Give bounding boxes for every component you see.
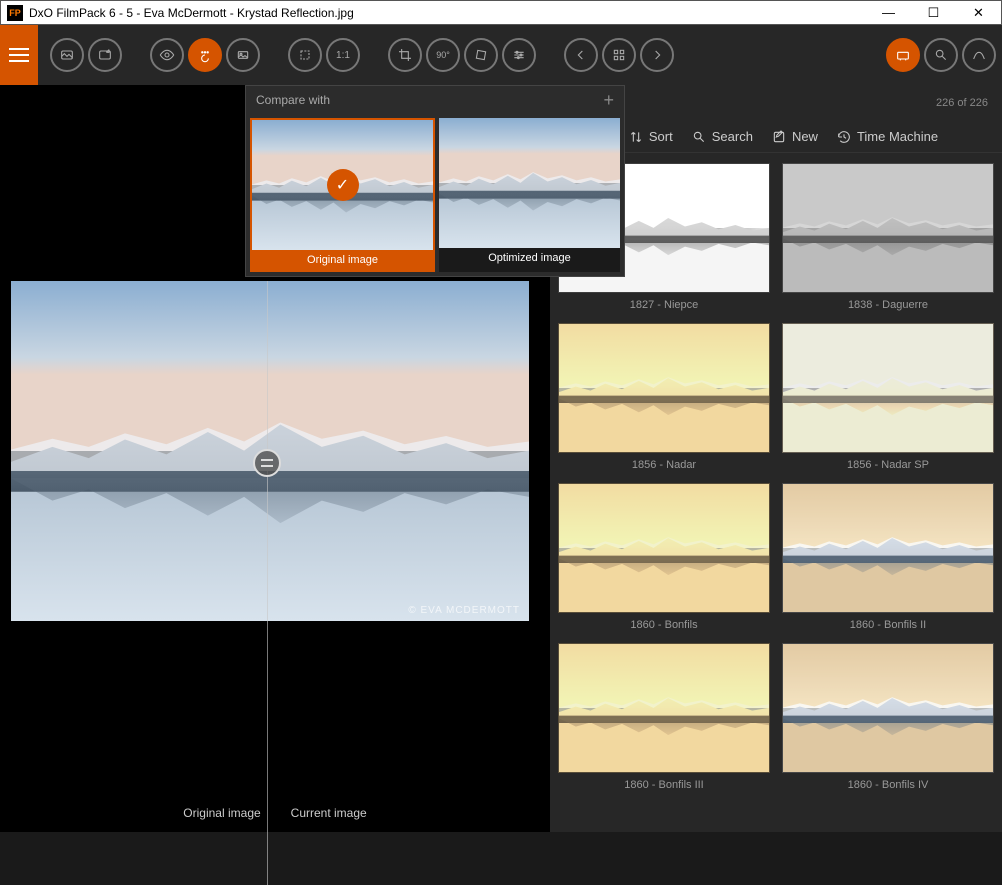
split-handle[interactable]	[253, 449, 281, 477]
window-title: DxO FilmPack 6 - 5 - Eva McDermott - Kry…	[29, 6, 866, 20]
close-button[interactable]: ✕	[956, 1, 1001, 25]
panel-presets-button[interactable]	[886, 38, 920, 72]
title-bar: FP DxO FilmPack 6 - 5 - Eva McDermott - …	[0, 0, 1002, 25]
zoom-11-button[interactable]: 1:1	[326, 38, 360, 72]
split-divider[interactable]	[267, 281, 268, 885]
compare-thumb-original[interactable]: ✓ Original image	[250, 118, 435, 272]
preview-button[interactable]	[150, 38, 184, 72]
next-button[interactable]	[640, 38, 674, 72]
preset-label: 1860 - Bonfils IV	[782, 779, 994, 791]
preset-label: 1856 - Nadar SP	[782, 459, 994, 471]
save-image-button[interactable]	[88, 38, 122, 72]
sort-button[interactable]: Sort	[628, 129, 673, 145]
preset-item[interactable]: 1860 - Bonfils II	[782, 483, 994, 631]
time-machine-button[interactable]: Time Machine	[836, 129, 938, 145]
search-button[interactable]: Search	[691, 129, 753, 145]
add-compare-button[interactable]: +	[603, 90, 614, 111]
crop-button[interactable]	[388, 38, 422, 72]
compare-original-label: Original image	[252, 250, 433, 270]
preset-label: 1860 - Bonfils	[558, 619, 770, 631]
panel-histogram-button[interactable]	[962, 38, 996, 72]
app-icon: FP	[7, 5, 23, 21]
preset-item[interactable]: 1860 - Bonfils	[558, 483, 770, 631]
preview-left-label: Original image	[183, 806, 260, 820]
preset-item[interactable]: 1856 - Nadar	[558, 323, 770, 471]
preset-label: 1860 - Bonfils III	[558, 779, 770, 791]
grid-button[interactable]	[602, 38, 636, 72]
compare-header: Compare with	[256, 93, 330, 107]
straighten-button[interactable]	[464, 38, 498, 72]
panel-controls-button[interactable]	[924, 38, 958, 72]
preset-label: 1860 - Bonfils II	[782, 619, 994, 631]
adjust-button[interactable]	[502, 38, 536, 72]
preset-item[interactable]: 1860 - Bonfils IV	[782, 643, 994, 791]
preset-item[interactable]: 1860 - Bonfils III	[558, 643, 770, 791]
compare-button[interactable]	[188, 38, 222, 72]
preset-item[interactable]: 1838 - Daguerre	[782, 163, 994, 311]
check-icon: ✓	[327, 169, 359, 201]
preset-label: 1838 - Daguerre	[782, 299, 994, 311]
new-button[interactable]: New	[771, 129, 818, 145]
compare-panel: Compare with + ✓ Original image Optimize…	[245, 85, 625, 277]
preview-right-label: Current image	[291, 806, 367, 820]
single-view-button[interactable]	[226, 38, 260, 72]
open-image-button[interactable]	[50, 38, 84, 72]
menu-button[interactable]	[0, 25, 38, 85]
maximize-button[interactable]: ☐	[911, 1, 956, 25]
prev-button[interactable]	[564, 38, 598, 72]
preview-area: Compare with + ✓ Original image Optimize…	[0, 85, 550, 832]
compare-optimized-label: Optimized image	[439, 248, 620, 268]
preset-item[interactable]: 1856 - Nadar SP	[782, 323, 994, 471]
toolbar: 1:1 90°	[0, 25, 1002, 85]
preset-counter: 226 of 226	[936, 97, 988, 109]
rotate-90-button[interactable]: 90°	[426, 38, 460, 72]
compare-thumb-optimized[interactable]: Optimized image	[439, 118, 620, 272]
preset-label: 1827 - Niepce	[558, 299, 770, 311]
preset-label: 1856 - Nadar	[558, 459, 770, 471]
crop-selection-button[interactable]	[288, 38, 322, 72]
minimize-button[interactable]: —	[866, 1, 911, 25]
watermark: © EVA MCDERMOTT	[408, 605, 520, 616]
